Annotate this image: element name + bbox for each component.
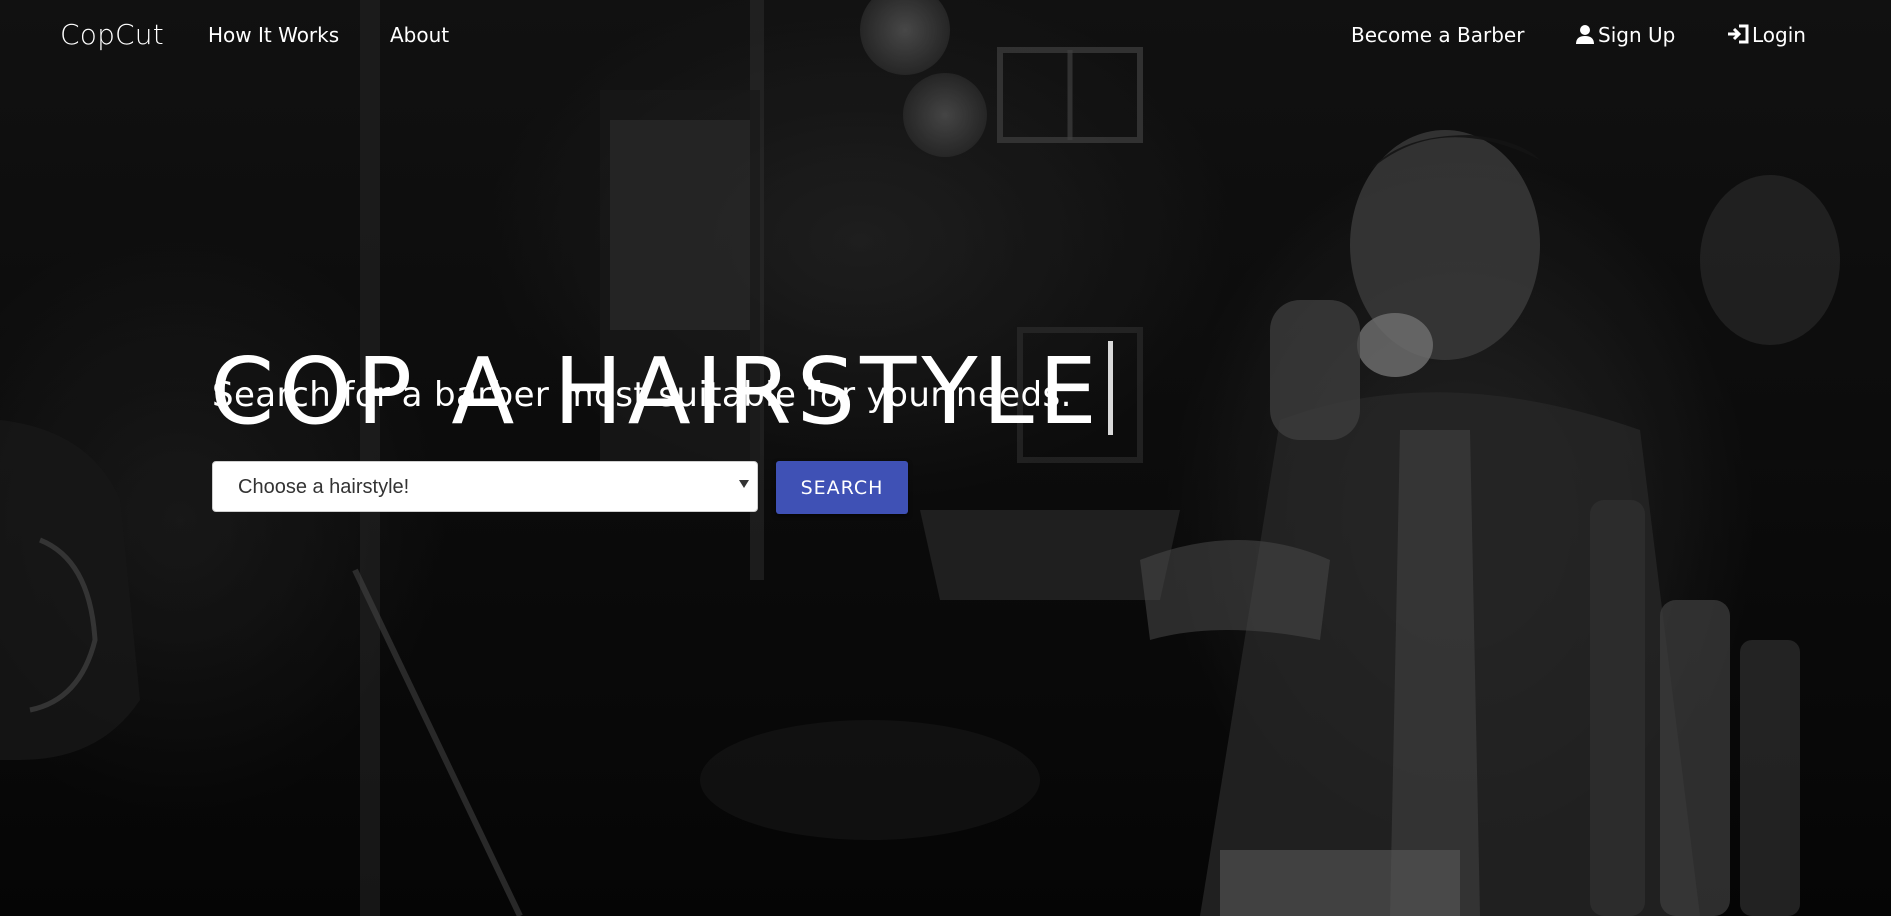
dark-overlay [0,0,1891,916]
brand-logo-link[interactable]: CopCut [60,18,164,51]
nav-login-label: Login [1752,23,1806,47]
user-icon [1575,24,1595,49]
hero-subtitle: Search for a barber most suitable for yo… [212,375,1072,415]
search-button[interactable]: SEARCH [776,461,908,514]
hairstyle-select[interactable]: Choose a hairstyle! [212,461,758,512]
top-navbar: CopCut How It Works About Become a Barbe… [0,0,1891,70]
hero-section: CopCut How It Works About Become a Barbe… [0,0,1891,916]
login-icon [1727,24,1749,49]
hairstyle-select-value: Choose a hairstyle! [238,476,410,498]
nav-about[interactable]: About [390,23,449,47]
nav-sign-up-label: Sign Up [1598,23,1676,47]
typing-cursor [1107,340,1113,435]
nav-sign-up[interactable]: Sign Up [1575,23,1675,49]
nav-become-a-barber[interactable]: Become a Barber [1351,23,1524,47]
nav-how-it-works[interactable]: How It Works [208,23,339,47]
chevron-down-icon [739,480,749,488]
nav-login[interactable]: Login [1727,23,1806,49]
